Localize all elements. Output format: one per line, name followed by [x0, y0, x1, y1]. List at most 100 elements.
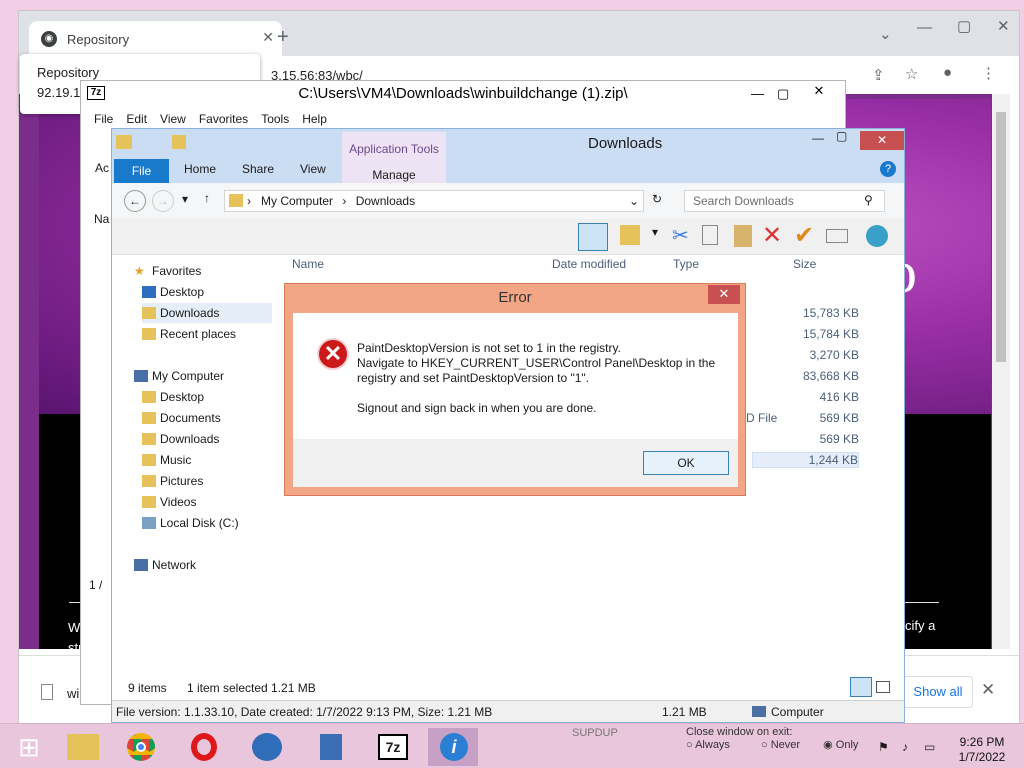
nav-documents[interactable]: Documents	[142, 408, 221, 428]
breadcrumb-downloads[interactable]: Downloads	[356, 194, 415, 208]
file-size-selected[interactable]: 1,244 KB	[752, 452, 859, 468]
folder-icon	[142, 475, 156, 487]
share-tab[interactable]: Share	[242, 162, 274, 176]
nav-music[interactable]: Music	[142, 450, 191, 470]
menu-tools[interactable]: Tools	[261, 112, 289, 126]
home-tab[interactable]: Home	[184, 162, 216, 176]
delete-icon[interactable]: ✕	[762, 221, 782, 250]
radio-never[interactable]: ○ Never	[761, 739, 800, 751]
view-tab[interactable]: View	[300, 162, 326, 176]
taskbar-opera[interactable]	[180, 728, 230, 766]
nav-desktop[interactable]: Desktop	[142, 387, 204, 407]
radio-only[interactable]: ◉ Only	[823, 739, 858, 751]
7zip-toolbar-label[interactable]: Ac	[95, 161, 109, 175]
column-size[interactable]: Size	[793, 257, 816, 271]
nav-local-disk[interactable]: Local Disk (C:)	[142, 513, 239, 533]
search-icon[interactable]: ⚲	[864, 193, 873, 207]
nav-downloads[interactable]: Downloads	[142, 429, 219, 449]
share-icon[interactable]: ⇪	[872, 66, 885, 84]
chevron-down-icon[interactable]: ⌄	[629, 191, 639, 211]
address-row: ← → ▾ ↑ › My Computer › Downloads ⌄ ↻ Se…	[112, 183, 904, 219]
taskbar-thunderbird[interactable]	[242, 728, 292, 766]
tiles-view-icon[interactable]	[876, 681, 890, 693]
refresh-icon[interactable]: ↻	[652, 192, 662, 206]
show-all-button[interactable]: Show all	[903, 676, 973, 708]
nav-fav-recent[interactable]: Recent places	[142, 324, 236, 344]
globe-icon[interactable]	[866, 225, 888, 247]
path-bar[interactable]: › My Computer › Downloads ⌄	[224, 190, 644, 212]
up-icon[interactable]: ↑	[204, 191, 210, 205]
help-icon[interactable]: ?	[880, 161, 896, 177]
nav-favorites[interactable]: ★ Favorites	[134, 261, 201, 281]
menu-help[interactable]: Help	[302, 112, 327, 126]
chevron-down-icon[interactable]: ▾	[652, 225, 658, 239]
search-input[interactable]: Search Downloads	[684, 190, 885, 212]
menu-favorites[interactable]: Favorites	[199, 112, 248, 126]
taskbar-explorer[interactable]	[58, 728, 108, 766]
cut-icon[interactable]: ✂	[672, 223, 689, 248]
chrome-tab[interactable]: ◉ Repository ✕	[29, 21, 282, 57]
menu-edit[interactable]: Edit	[126, 112, 147, 126]
close-download-bar-icon[interactable]: ✕	[981, 680, 995, 700]
paste-icon[interactable]	[734, 225, 752, 247]
rename-icon[interactable]	[826, 229, 848, 243]
maximize-icon[interactable]: ▢	[836, 129, 847, 143]
minimize-icon[interactable]: —	[917, 19, 932, 36]
ribbon: Application Tools Manage File Home Share…	[112, 132, 904, 184]
forward-icon[interactable]: →	[152, 190, 174, 212]
tray-sound-icon[interactable]: ♪	[902, 740, 908, 754]
minimize-icon[interactable]: —	[751, 81, 764, 107]
menu-file[interactable]: File	[94, 112, 113, 126]
nav-videos[interactable]: Videos	[142, 492, 196, 512]
7zip-column-name[interactable]: Na	[94, 212, 109, 226]
tray-monitor-icon[interactable]: ▭	[924, 740, 935, 754]
folder-check-icon[interactable]	[620, 225, 640, 245]
checkmark-icon[interactable]: ✔	[794, 221, 814, 250]
close-icon[interactable]: ✕	[799, 82, 839, 100]
close-tab-icon[interactable]: ✕	[262, 29, 274, 46]
nav-fav-desktop[interactable]: Desktop	[142, 282, 204, 302]
breadcrumb-my-computer[interactable]: My Computer	[261, 194, 333, 208]
page-scrollbar[interactable]	[992, 94, 1010, 649]
error-footer: OK	[293, 439, 738, 487]
column-type[interactable]: Type	[673, 257, 699, 271]
taskbar-network-tool[interactable]	[306, 728, 356, 766]
close-icon[interactable]: ✕	[708, 285, 740, 304]
column-name[interactable]: Name	[292, 257, 324, 271]
close-icon[interactable]: ✕	[860, 131, 904, 150]
nav-my-computer[interactable]: My Computer	[134, 366, 224, 386]
recent-dropdown-icon[interactable]: ▾	[182, 192, 188, 206]
close-icon[interactable]: ✕	[997, 17, 1010, 35]
manage-tab[interactable]: Manage	[342, 168, 446, 182]
quick-access-icon[interactable]	[172, 135, 186, 149]
taskbar-chrome[interactable]	[116, 728, 166, 766]
tray-network-icon[interactable]: ⚑	[878, 740, 889, 754]
profile-icon[interactable]: ●	[943, 64, 952, 81]
back-icon[interactable]: ←	[124, 190, 146, 212]
explorer-title: Downloads	[588, 135, 663, 152]
column-date[interactable]: Date modified	[552, 257, 626, 271]
scroll-thumb[interactable]	[996, 112, 1006, 362]
preview-pane-icon[interactable]	[578, 223, 608, 251]
copy-icon[interactable]	[702, 225, 718, 245]
chevron-down-icon[interactable]: ⌄	[879, 25, 892, 43]
file-tab[interactable]: File	[114, 159, 169, 183]
minimize-icon[interactable]: —	[812, 131, 824, 145]
new-tab-icon[interactable]: +	[277, 26, 289, 49]
nav-pictures[interactable]: Pictures	[142, 471, 203, 491]
taskbar-7zip[interactable]: 7z	[368, 728, 418, 766]
nav-fav-downloads[interactable]: Downloads	[142, 303, 272, 323]
ok-button[interactable]: OK	[643, 451, 729, 475]
clock[interactable]: 9:26 PM 1/7/2022	[940, 735, 1024, 765]
radio-always[interactable]: ○ Always	[686, 739, 730, 751]
menu-icon[interactable]: ⋮	[981, 64, 996, 82]
maximize-icon[interactable]: ▢	[777, 81, 789, 107]
details-view-icon[interactable]	[850, 677, 872, 697]
menu-view[interactable]: View	[160, 112, 186, 126]
maximize-icon[interactable]: ▢	[957, 17, 971, 35]
taskbar-info[interactable]: i	[428, 728, 478, 766]
start-button[interactable]: ⊞	[4, 728, 54, 766]
application-tools-tab[interactable]: Application Tools Manage	[342, 132, 446, 184]
nav-network[interactable]: Network	[134, 555, 196, 575]
star-icon[interactable]: ☆	[905, 65, 918, 83]
